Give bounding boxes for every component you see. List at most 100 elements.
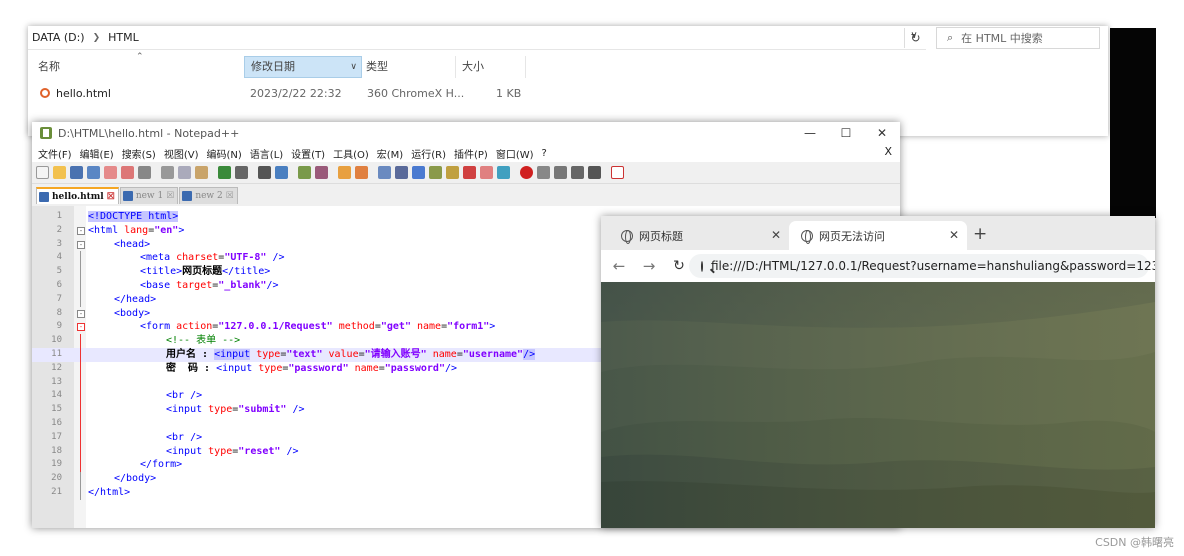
line-number: 7 <box>56 293 62 304</box>
find-icon[interactable] <box>258 166 271 179</box>
code-token: /> <box>266 252 285 264</box>
browser-tab-unreachable[interactable]: 网页无法访问 ✕ <box>789 221 967 250</box>
folder-workspace-icon[interactable] <box>480 166 493 179</box>
code-token: <html <box>88 224 125 236</box>
save-macro-icon[interactable] <box>588 166 601 179</box>
breadcrumb-drive[interactable]: DATA (D:) <box>32 31 85 44</box>
breadcrumb-folder[interactable]: HTML <box>108 31 139 44</box>
maximize-button[interactable]: ☐ <box>828 122 864 144</box>
close-tab-icon[interactable]: ☒ <box>107 192 115 202</box>
code-token: <!-- 表单 --> <box>166 335 241 347</box>
function-list-icon[interactable] <box>463 166 476 179</box>
copy-icon[interactable] <box>178 166 191 179</box>
undo-icon[interactable] <box>218 166 231 179</box>
fold-minus-icon[interactable]: - <box>77 240 85 249</box>
menu-macro[interactable]: 宏(M) <box>377 146 403 161</box>
chevron-down-icon[interactable]: ∨ <box>350 57 357 77</box>
cut-icon[interactable] <box>161 166 174 179</box>
new-file-icon[interactable] <box>36 166 49 179</box>
sync-v-icon[interactable] <box>338 166 351 179</box>
code-token: target <box>176 279 213 291</box>
file-date: 2023/2/22 22:32 <box>250 87 342 100</box>
title-bar: D:\HTML\hello.html - Notepad++ — ☐ ✕ <box>32 122 900 144</box>
menu-plugins[interactable]: 插件(P) <box>454 146 488 161</box>
landscape-background-image <box>601 282 1155 528</box>
paste-icon[interactable] <box>195 166 208 179</box>
zoom-in-icon[interactable] <box>298 166 311 179</box>
search-input[interactable]: ⌕ 在 HTML 中搜索 <box>936 27 1100 49</box>
menu-edit[interactable]: 编辑(E) <box>80 146 114 161</box>
spell-check-icon[interactable] <box>611 166 624 179</box>
menu-window[interactable]: 窗口(W) <box>496 146 534 161</box>
column-size[interactable]: 大小 <box>456 56 526 78</box>
zoom-out-icon[interactable] <box>315 166 328 179</box>
menu-settings[interactable]: 设置(T) <box>291 146 325 161</box>
column-date[interactable]: 修改日期 ∨ <box>244 56 362 78</box>
line-number: 10 <box>51 335 62 346</box>
tab-new-2[interactable]: new 2 ☒ <box>179 187 238 204</box>
line-number: 17 <box>51 431 62 442</box>
code-token: type <box>258 362 283 374</box>
show-all-chars-icon[interactable] <box>395 166 408 179</box>
run-macro-icon[interactable] <box>571 166 584 179</box>
close-tab-icon[interactable]: ✕ <box>949 228 959 242</box>
close-tab-icon[interactable]: ✕ <box>771 228 781 242</box>
menu-view[interactable]: 视图(V) <box>164 146 199 161</box>
record-macro-icon[interactable] <box>520 166 533 179</box>
new-tab-icon[interactable]: + <box>973 224 987 244</box>
redo-icon[interactable] <box>235 166 248 179</box>
save-icon[interactable] <box>70 166 83 179</box>
code-token: > <box>178 224 185 236</box>
code-token: <meta <box>140 252 177 264</box>
reload-icon[interactable]: ↻ <box>667 258 691 274</box>
back-arrow-icon[interactable]: ← <box>607 257 631 275</box>
url-bar[interactable]: file:///D:/HTML/127.0.0.1/Request?userna… <box>689 254 1155 278</box>
doc-map-icon[interactable] <box>446 166 459 179</box>
tab-new-1[interactable]: new 1 ☒ <box>119 187 179 204</box>
code-token: <br /> <box>166 431 203 443</box>
close-button[interactable]: ✕ <box>864 122 900 144</box>
menu-tools[interactable]: 工具(O) <box>333 146 369 161</box>
play-macro-icon[interactable] <box>554 166 567 179</box>
menu-search[interactable]: 搜索(S) <box>122 146 156 161</box>
file-size: 1 KB <box>496 87 522 100</box>
replace-icon[interactable] <box>275 166 288 179</box>
monitor-icon[interactable] <box>497 166 510 179</box>
code-token: <form <box>140 321 177 333</box>
fold-minus-icon[interactable]: - <box>77 226 85 235</box>
udl-icon[interactable] <box>429 166 442 179</box>
menu-run[interactable]: 运行(R) <box>411 146 446 161</box>
save-all-icon[interactable] <box>87 166 100 179</box>
menu-language[interactable]: 语言(L) <box>250 146 283 161</box>
menu-help[interactable]: ? <box>542 148 547 159</box>
close-doc-icon[interactable]: X <box>884 145 892 158</box>
column-type[interactable]: 类型 <box>360 56 456 78</box>
stop-macro-icon[interactable] <box>537 166 550 179</box>
background-window-edge <box>1110 28 1156 218</box>
print-icon[interactable] <box>138 166 151 179</box>
minimize-button[interactable]: — <box>792 122 828 144</box>
fold-minus-icon[interactable]: - <box>77 323 85 332</box>
fold-minus-icon[interactable]: - <box>77 309 85 318</box>
tab-hello-html[interactable]: hello.html ☒ <box>36 187 119 204</box>
close-tab-icon[interactable]: ☒ <box>166 191 174 201</box>
column-name[interactable]: 名称 <box>32 56 242 78</box>
sync-h-icon[interactable] <box>355 166 368 179</box>
file-row[interactable]: hello.html 2023/2/22 22:32 360 ChromeX H… <box>28 84 926 104</box>
html-file-icon <box>40 88 50 98</box>
open-file-icon[interactable] <box>53 166 66 179</box>
close-tab-icon[interactable]: ☒ <box>226 191 234 201</box>
close-all-icon[interactable] <box>121 166 134 179</box>
close-file-icon[interactable] <box>104 166 117 179</box>
menu-encoding[interactable]: 编码(N) <box>207 146 242 161</box>
forward-arrow-icon[interactable]: → <box>637 257 661 275</box>
save-icon <box>122 191 133 201</box>
indent-guide-icon[interactable] <box>412 166 425 179</box>
wrap-icon[interactable] <box>378 166 391 179</box>
line-number: 13 <box>51 376 62 387</box>
browser-tab-page-title[interactable]: 网页标题 ✕ <box>609 221 789 250</box>
refresh-icon[interactable]: ↻ <box>904 28 926 48</box>
address-bar[interactable]: DATA (D:) ❯ HTML ∨ <box>28 26 926 50</box>
menu-file[interactable]: 文件(F) <box>38 146 72 161</box>
line-number: 20 <box>51 473 62 484</box>
